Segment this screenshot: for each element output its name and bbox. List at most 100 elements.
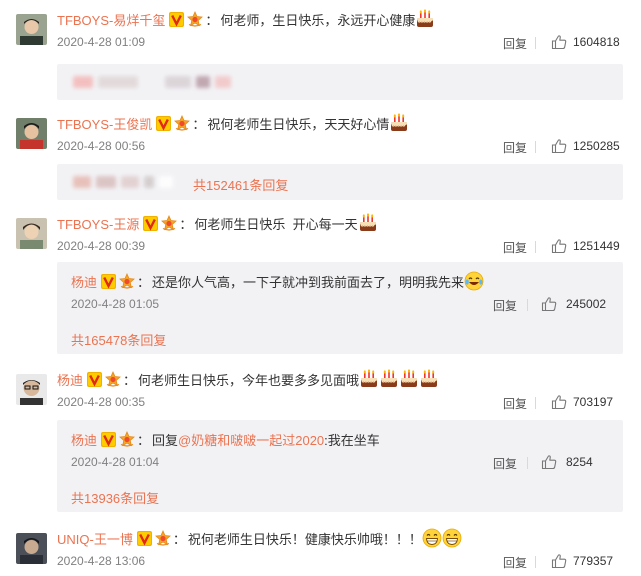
username-link[interactable]: TFBOYS-王源 (57, 214, 139, 233)
star-badge-icon (154, 530, 172, 547)
reply-meta: 2020-4-28 01:05 回复 245002 (71, 296, 611, 314)
avatar[interactable] (16, 533, 47, 564)
reply-button[interactable]: 回复 (493, 455, 517, 472)
reply-button[interactable]: 回复 (503, 395, 527, 412)
grin-emoji-icon (442, 528, 462, 548)
reply-prefix: 回复 (152, 432, 179, 448)
timestamp: 2020-4-28 00:56 (57, 139, 146, 153)
comment-header: 杨迪 ： 何老师生日快乐，今年也要多多见面哦 (57, 368, 439, 390)
cake-emoji-icon (359, 369, 379, 389)
blurred-text (159, 176, 173, 188)
verified-v-icon (101, 432, 116, 447)
cake-emoji-icon (399, 369, 419, 389)
timestamp: 2020-4-28 00:39 (57, 239, 146, 253)
verified-v-icon (137, 531, 152, 546)
replies-box (57, 64, 623, 100)
like-count: 779357 (573, 554, 614, 568)
reply-button[interactable]: 回复 (503, 239, 527, 256)
mention-link[interactable]: @奶糖和啵啵一起过2020 (178, 430, 324, 449)
divider (527, 457, 528, 469)
avatar[interactable] (16, 118, 47, 149)
star-badge-icon (173, 115, 191, 132)
like-count: 1604818 (573, 35, 620, 49)
reply-item: 杨迪 ： 还是你人气高，一下子就冲到我前面去了，明明我先来 2020-4-28 … (71, 270, 611, 313)
cake-emoji-icon (379, 369, 399, 389)
divider (535, 397, 536, 409)
grin-emoji-icon (422, 528, 442, 548)
thumbs-up-icon[interactable] (551, 138, 567, 154)
blurred-text (73, 176, 91, 188)
total-replies-link[interactable]: 共13936条回复 (71, 488, 159, 507)
like-count: 8254 (566, 455, 593, 469)
reply-button[interactable]: 回复 (503, 554, 527, 571)
laugh-cry-emoji-icon (464, 271, 484, 291)
thumbs-up-icon[interactable] (551, 394, 567, 410)
thumbs-up-icon[interactable] (541, 454, 557, 470)
comment-text: 祝何老师生日快乐，天天好心情 (207, 116, 390, 132)
verified-v-icon (87, 372, 102, 387)
star-badge-icon (186, 11, 204, 28)
divider (535, 141, 536, 153)
cake-emoji-icon (419, 369, 439, 389)
timestamp: 2020-4-28 01:09 (57, 35, 146, 49)
colon: ： (192, 116, 206, 132)
divider (535, 37, 536, 49)
username-link[interactable]: 杨迪 (57, 370, 83, 389)
reply-button[interactable]: 回复 (503, 139, 527, 156)
comment-text: 何老师生日快乐 开心每一天 (194, 216, 358, 232)
colon: ： (123, 372, 137, 388)
like-count: 703197 (573, 395, 614, 409)
replies-box: 杨迪 ： 回复 @奶糖和啵啵一起过2020 :我在坐车 2020-4-28 01… (57, 420, 623, 512)
blurred-text (196, 76, 210, 88)
verified-v-icon (156, 116, 171, 131)
avatar[interactable] (16, 218, 47, 249)
reply-item: 杨迪 ： 回复 @奶糖和啵啵一起过2020 :我在坐车 2020-4-28 01… (71, 428, 611, 471)
blurred-text (121, 176, 139, 188)
colon: ： (179, 216, 193, 232)
thumbs-up-icon[interactable] (551, 238, 567, 254)
divider (535, 556, 536, 568)
comment-meta: 2020-4-28 00:39 回复 1251449 (57, 238, 627, 256)
blurred-replies-preview (73, 75, 236, 89)
reply-header: 杨迪 ： 回复 @奶糖和啵啵一起过2020 :我在坐车 (71, 428, 611, 450)
username-link[interactable]: 杨迪 (71, 272, 97, 291)
verified-v-icon (101, 274, 116, 289)
username-link[interactable]: TFBOYS-王俊凯 (57, 114, 152, 133)
comment-text: 何老师，生日快乐，永远开心健康 (220, 12, 416, 28)
total-replies-link[interactable]: 共152461条回复 (193, 175, 288, 194)
blurred-text (98, 76, 138, 88)
thumbs-up-icon[interactable] (551, 553, 567, 569)
reply-text: 还是你人气高，一下子就冲到我前面去了，明明我先来 (152, 274, 465, 290)
like-count: 1251449 (573, 239, 620, 253)
comment-meta: 2020-4-28 00:35 回复 703197 (57, 394, 627, 412)
verified-v-icon (143, 216, 158, 231)
avatar[interactable] (16, 14, 47, 45)
total-replies-link[interactable]: 共165478条回复 (71, 330, 166, 349)
divider (535, 241, 536, 253)
comment-header: TFBOYS-易烊千玺 ： 何老师，生日快乐，永远开心健康 (57, 8, 435, 30)
reply-header: 杨迪 ： 还是你人气高，一下子就冲到我前面去了，明明我先来 (71, 270, 611, 292)
verified-v-icon (169, 12, 184, 27)
comment-meta: 2020-4-28 00:56 回复 1250285 (57, 138, 627, 156)
thumbs-up-icon[interactable] (551, 34, 567, 50)
username-link[interactable]: UNIQ-王一博 (57, 529, 133, 548)
thumbs-up-icon[interactable] (541, 296, 557, 312)
star-badge-icon (104, 371, 122, 388)
like-count: 1250285 (573, 139, 620, 153)
avatar[interactable] (16, 374, 47, 405)
reply-button[interactable]: 回复 (493, 297, 517, 314)
comment-header: TFBOYS-王源 ： 何老师生日快乐 开心每一天 (57, 212, 378, 234)
colon: ： (205, 12, 219, 28)
timestamp: 2020-4-28 00:35 (57, 395, 146, 409)
timestamp: 2020-4-28 01:05 (71, 297, 160, 311)
blurred-text (144, 176, 154, 188)
comment-header: UNIQ-王一博 ： 祝何老师生日快乐！健康快乐帅哦！！！ (57, 527, 462, 549)
star-badge-icon (118, 273, 136, 290)
reply-button[interactable]: 回复 (503, 35, 527, 52)
username-link[interactable]: TFBOYS-易烊千玺 (57, 10, 165, 29)
blurred-text (73, 76, 93, 88)
username-link[interactable]: 杨迪 (71, 430, 97, 449)
colon: ： (172, 531, 186, 547)
replies-box: 杨迪 ： 还是你人气高，一下子就冲到我前面去了，明明我先来 2020-4-28 … (57, 262, 623, 354)
comment-meta: 2020-4-28 13:06 回复 779357 (57, 553, 627, 571)
